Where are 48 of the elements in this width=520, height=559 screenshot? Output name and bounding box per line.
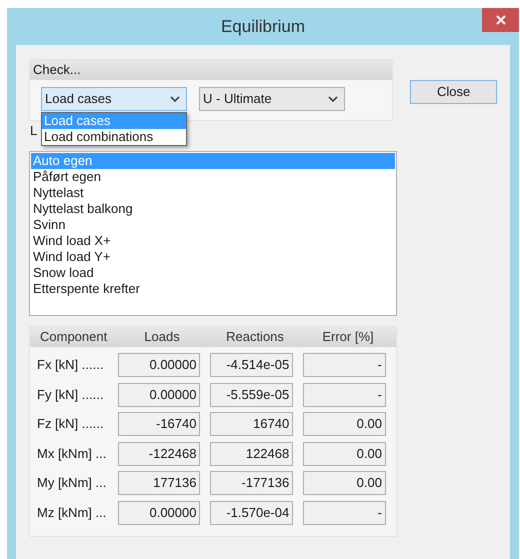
value-field: -	[303, 382, 386, 406]
value-field: 16740	[210, 412, 294, 436]
dropdown-option[interactable]: Load combinations	[42, 129, 186, 145]
value-field: 122468	[210, 442, 294, 466]
value-field: 177136	[118, 471, 200, 495]
row-label: Fx [kN] ......	[36, 356, 104, 374]
value-field: -5.559e-05	[210, 382, 294, 406]
column-header: Component	[39, 328, 108, 346]
row-label: Fy [kN] ......	[36, 386, 104, 404]
value-field: -177136	[210, 471, 294, 495]
chevron-icon	[328, 96, 338, 102]
value-field: -1.570e-04	[210, 500, 294, 524]
window-title: Equilibrium	[220, 16, 306, 38]
column-header: Error [%]	[321, 328, 375, 346]
row-label: Fz [kN] ......	[36, 415, 104, 434]
value-field: 0.00000	[118, 500, 200, 524]
list-item[interactable]: Svinn	[31, 217, 395, 233]
dropdown[interactable]: U - Ultimate	[199, 87, 345, 111]
list-item[interactable]: Nyttelast	[31, 185, 395, 201]
list-item[interactable]: Wind load Y+	[31, 249, 395, 265]
row-label: Mx [kNm] ...	[36, 444, 108, 463]
column-header: Loads	[143, 328, 181, 346]
load-list[interactable]: Auto egen Påført egen Nyttelast Nyttelast balkong Svinn Wind load X+ Wind load Y+ Snow load Etterspente krefter	[29, 151, 397, 316]
dropdown[interactable]: Load cases	[41, 87, 187, 111]
column-header: Reactions	[225, 328, 285, 346]
value-field: -16740	[118, 412, 200, 436]
value-field: 0.00000	[118, 353, 200, 377]
value-field: -122468	[118, 442, 200, 466]
list-item[interactable]: Etterspente krefter	[31, 281, 395, 297]
close-button[interactable]: Close	[410, 80, 497, 104]
close-icon	[496, 15, 506, 25]
list-item[interactable]: Påført egen	[31, 169, 395, 185]
close-window-button[interactable]	[482, 8, 519, 32]
value-field: -	[303, 353, 386, 377]
chevron-icon	[170, 96, 180, 102]
list-item[interactable]: Snow load	[31, 265, 395, 281]
row-label: Mz [kNm] ...	[36, 504, 108, 522]
list-item[interactable]: Wind load X+	[31, 233, 395, 249]
value-field: 0.00	[303, 442, 386, 466]
value-field: -4.514e-05	[210, 353, 294, 377]
value-field: 0.00	[303, 471, 386, 495]
value-field: -	[303, 500, 386, 524]
value-field: 0.00000	[118, 382, 200, 406]
group-title: Check...	[33, 61, 81, 80]
list-item[interactable]: Nyttelast balkong	[31, 201, 395, 217]
value-field: 0.00	[303, 412, 386, 436]
row-label: My [kNm] ...	[36, 474, 108, 492]
list-label: L	[30, 123, 38, 139]
